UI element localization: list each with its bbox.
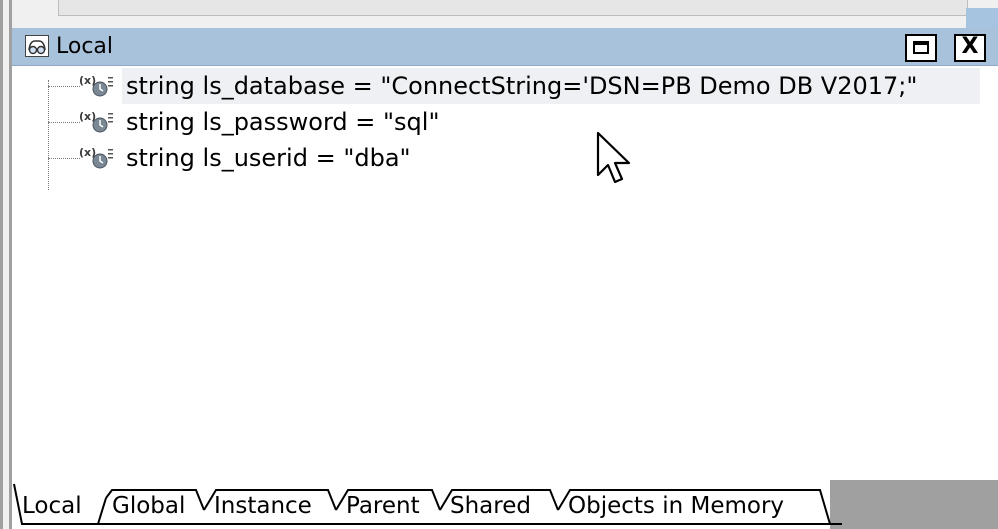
tree-item-ls-password[interactable]: (x) string ls_password = "sql" xyxy=(12,104,998,140)
tree-branch-line xyxy=(48,158,80,159)
tree-item-ls-userid[interactable]: (x) string ls_userid = "dba" xyxy=(12,140,998,176)
tab-instance[interactable]: Instance xyxy=(214,490,312,524)
variable-declaration: string ls_userid = "dba" xyxy=(126,144,411,172)
tab-global[interactable]: Global xyxy=(112,490,185,524)
svg-text:(x): (x) xyxy=(79,74,96,87)
horizontal-scrollbar[interactable] xyxy=(58,0,968,16)
variables-tree: (x) string ls_database = "ConnectString=… xyxy=(12,66,998,466)
top-strip xyxy=(0,0,998,28)
close-button[interactable]: X xyxy=(954,34,986,62)
maximize-icon xyxy=(913,41,929,54)
variable-icon: (x) xyxy=(78,72,114,100)
watch-glasses-icon xyxy=(25,35,49,57)
tab-local[interactable]: Local xyxy=(22,490,82,524)
variable-icon: (x) xyxy=(78,144,114,172)
adjacent-pane-titlebar xyxy=(966,8,998,28)
tree-branch-line xyxy=(48,86,80,87)
debugger-variables-window: Local X (x) string ls_database = "Connec… xyxy=(0,0,998,529)
tab-objects-in-memory[interactable]: Objects in Memory xyxy=(568,490,784,524)
tab-parent[interactable]: Parent xyxy=(346,490,420,524)
tree-item-ls-database[interactable]: (x) string ls_database = "ConnectString=… xyxy=(12,68,998,104)
panel-title: Local xyxy=(56,34,114,59)
mouse-pointer-icon xyxy=(595,130,635,188)
svg-text:(x): (x) xyxy=(79,146,96,159)
splitter-bar[interactable] xyxy=(0,28,12,529)
panel-titlebar[interactable]: Local X xyxy=(12,28,998,66)
variable-icon: (x) xyxy=(78,108,114,136)
variable-declaration: string ls_database = "ConnectString='DSN… xyxy=(126,72,918,100)
tab-strip-empty-area xyxy=(830,480,998,529)
tab-shared[interactable]: Shared xyxy=(450,490,531,524)
variable-declaration: string ls_password = "sql" xyxy=(126,108,440,136)
svg-text:(x): (x) xyxy=(79,110,96,123)
splitter-edge[interactable] xyxy=(0,0,12,28)
tree-branch-line xyxy=(48,122,80,123)
maximize-button[interactable] xyxy=(905,34,937,62)
